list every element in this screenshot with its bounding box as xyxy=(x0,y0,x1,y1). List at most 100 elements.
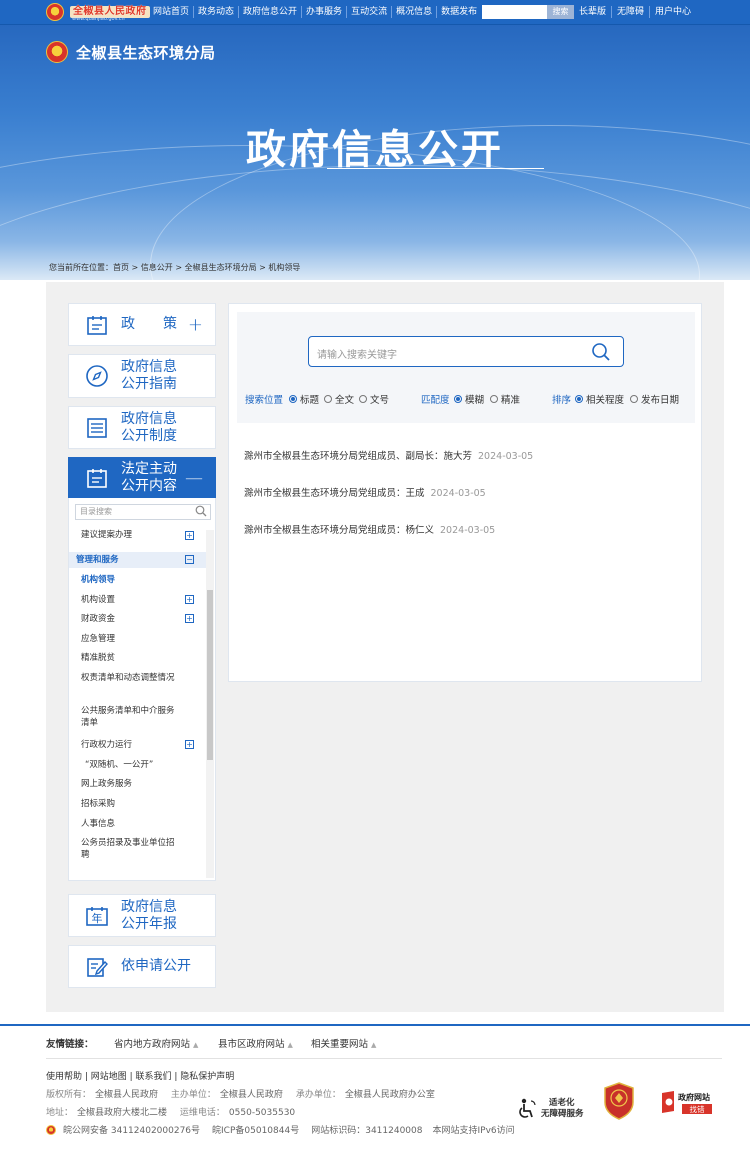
top-nav: 网站首页 政务动态 政府信息公开 办事服务 互动交流 概况信息 数据发布 xyxy=(153,6,481,18)
footer-owner-line: 版权所有： 全椒县人民政府 主办单位： 全椒县人民政府 承办单位： 全椒县人民政府办公… xyxy=(46,1090,435,1100)
catalog-scrollbar[interactable] xyxy=(206,530,214,878)
links-dropdown-county[interactable]: 县市区政府网站 ▲ xyxy=(218,1036,293,1050)
result-date: 2024-03-05 xyxy=(430,488,486,499)
sidebar-item-label: 法定主动 xyxy=(121,461,177,477)
accessibility-badge[interactable]: 适老化 无障碍服务 xyxy=(517,1098,584,1120)
catalog-item[interactable]: 招标采购 xyxy=(81,798,205,810)
radio-date[interactable]: 发布日期 xyxy=(630,392,679,406)
radio-relevance[interactable]: 相关程度 xyxy=(575,392,624,406)
plus-icon[interactable]: + xyxy=(188,314,203,335)
caret-up-icon: ▲ xyxy=(193,1041,199,1049)
badge-text: 政府网站 xyxy=(678,1092,710,1102)
nav-home[interactable]: 网站首页 xyxy=(153,6,195,18)
nav-overview[interactable]: 概况信息 xyxy=(392,6,438,18)
search-icon[interactable] xyxy=(591,342,611,365)
calendar-icon xyxy=(85,313,109,337)
expand-icon[interactable]: + xyxy=(185,595,194,604)
top-search-input[interactable] xyxy=(482,5,547,19)
collapse-icon[interactable]: − xyxy=(185,555,194,564)
radio-docnum[interactable]: 文号 xyxy=(359,392,389,406)
catalog-item[interactable]: 人事信息 xyxy=(81,818,205,830)
sidebar-item-annual-report[interactable]: 年 政府信息 公开年报 xyxy=(68,894,216,937)
nav-data[interactable]: 数据发布 xyxy=(437,6,481,18)
year-icon: 年 xyxy=(85,904,109,928)
links-dropdown-important[interactable]: 相关重要网站 ▲ xyxy=(311,1036,376,1050)
catalog-item[interactable]: “双随机、一公开” xyxy=(85,759,209,771)
result-item[interactable]: 滁州市全椒县生态环境分局党组成员：王成 2024-03-05 xyxy=(244,485,486,499)
result-item[interactable]: 滁州市全椒县生态环境分局党组成员、副局长：施大芳 2024-03-05 xyxy=(244,448,533,462)
sidebar-item-label: 公开内容 xyxy=(121,478,177,494)
national-emblem-icon xyxy=(46,41,68,63)
footer-address-line: 地址： 全椒县政府大楼北二楼 运维电话： 0550-5035530 xyxy=(46,1108,296,1118)
elder-mode-link[interactable]: 长辈版 xyxy=(579,6,613,18)
expand-icon[interactable]: + xyxy=(185,614,194,623)
nav-services[interactable]: 办事服务 xyxy=(302,6,348,18)
sidebar-item-apply[interactable]: 依申请公开 xyxy=(68,945,216,988)
result-date: 2024-03-05 xyxy=(478,451,534,462)
catalog-item[interactable]: 网上政务服务 xyxy=(81,778,205,790)
accessibility-link[interactable]: 无障碍 xyxy=(612,6,651,18)
search-icon[interactable] xyxy=(195,505,207,520)
nav-info-disclosure[interactable]: 政府信息公开 xyxy=(239,6,303,18)
friendly-links-label: 友情链接： xyxy=(46,1039,94,1050)
catalog-item-active[interactable]: 机构领导 xyxy=(81,574,205,586)
list-icon xyxy=(85,416,109,440)
result-title[interactable]: 滁州市全椒县生态环境分局党组成员、副局长：施大芳 xyxy=(244,451,472,462)
catalog-item[interactable]: 权责清单和动态调整情况 xyxy=(81,672,181,684)
search-filters: 搜索位置 标题 全文 文号 匹配度 模糊 精准 排序 相关程度 发布日期 xyxy=(245,392,695,406)
national-emblem-icon xyxy=(46,3,64,21)
compass-icon xyxy=(85,364,109,388)
catalog-item[interactable]: 精准脱贫 xyxy=(81,652,205,664)
site-logo[interactable]: 全椒县人民政府 www.quanjiao.gov.cn xyxy=(46,3,150,22)
catalog-item[interactable]: 公共服务清单和中介服务清单 xyxy=(81,705,181,729)
badge-text: 适老化 xyxy=(549,1098,575,1108)
result-item[interactable]: 滁州市全椒县生态环境分局党组成员：杨仁义 2024-03-05 xyxy=(244,522,495,536)
radio-fuzzy[interactable]: 模糊 xyxy=(454,392,484,406)
radio-fulltext[interactable]: 全文 xyxy=(324,392,354,406)
caret-up-icon: ▲ xyxy=(287,1041,293,1049)
expand-icon[interactable]: + xyxy=(185,740,194,749)
sidebar-item-active-content[interactable]: 法定主动 公开内容 — xyxy=(68,457,216,499)
footer-record-line: 皖公网安备 34112402000276号 皖ICP备05010844号 网站标… xyxy=(46,1123,515,1136)
catalog-group[interactable]: 管理和服务 xyxy=(76,554,200,566)
catalog-item[interactable]: 应急管理 xyxy=(81,633,205,645)
gov-site-error-report-badge[interactable]: 政府网站 找错 xyxy=(660,1089,722,1115)
sidebar-item-label: 公开制度 xyxy=(121,427,177,444)
keyword-search-input[interactable]: 请输入搜索关键字 xyxy=(308,336,624,367)
result-title[interactable]: 滁州市全椒县生态环境分局党组成员：王成 xyxy=(244,488,425,499)
sidebar-item-policy[interactable]: 政 策 + xyxy=(68,303,216,346)
sidebar-item-label: 政府信息 xyxy=(121,410,177,427)
sidebar-item-label: 公开年报 xyxy=(121,915,177,932)
top-search-button[interactable]: 搜索 xyxy=(547,5,574,19)
sidebar-item-guide[interactable]: 政府信息 公开指南 xyxy=(68,354,216,398)
filter-label-position: 搜索位置 xyxy=(245,395,284,406)
sidebar-item-label: 依申请公开 xyxy=(121,958,191,974)
minus-icon[interactable]: — xyxy=(185,468,203,489)
links-dropdown-province[interactable]: 省内地方政府网站 ▲ xyxy=(114,1036,198,1050)
footer-help-links[interactable]: 使用帮助 | 网站地图 | 联系我们 | 隐私保护声明 xyxy=(46,1069,234,1082)
sidebar-item-label: 政府信息 xyxy=(121,898,177,915)
radio-exact[interactable]: 精准 xyxy=(490,392,520,406)
svg-text:年: 年 xyxy=(92,911,103,925)
radio-unchecked-icon xyxy=(490,395,498,403)
filter-label-match: 匹配度 xyxy=(421,395,450,406)
party-government-seal-icon[interactable] xyxy=(603,1082,635,1120)
radio-unchecked-icon xyxy=(359,395,367,403)
radio-title[interactable]: 标题 xyxy=(289,392,319,406)
sidebar-item-label: 政 策 xyxy=(121,316,177,332)
expand-icon[interactable]: + xyxy=(185,531,194,540)
catalog-item[interactable]: 公务员招录及事业单位招聘 xyxy=(81,837,181,861)
nav-news[interactable]: 政务动态 xyxy=(194,6,240,18)
sidebar-item-system[interactable]: 政府信息 公开制度 xyxy=(68,406,216,449)
catalog-scrollbar-thumb[interactable] xyxy=(207,590,213,760)
catalog-search-input[interactable]: 目录搜索 xyxy=(75,504,211,520)
department-logo: 全椒县生态环境分局 xyxy=(46,41,216,63)
breadcrumb: 您当前所在位置：首页 > 信息公开 > 全椒县生态环境分局 > 机构领导 xyxy=(49,263,301,272)
radio-unchecked-icon xyxy=(630,395,638,403)
nav-interaction[interactable]: 互动交流 xyxy=(347,6,393,18)
result-title[interactable]: 滁州市全椒县生态环境分局党组成员：杨仁义 xyxy=(244,525,434,536)
badge-text: 无障碍服务 xyxy=(541,1109,584,1119)
edit-icon xyxy=(85,955,109,979)
content-panel: 请输入搜索关键字 搜索位置 标题 全文 文号 匹配度 模糊 精准 排序 相关程度… xyxy=(228,303,702,682)
user-center-link[interactable]: 用户中心 xyxy=(650,6,696,18)
